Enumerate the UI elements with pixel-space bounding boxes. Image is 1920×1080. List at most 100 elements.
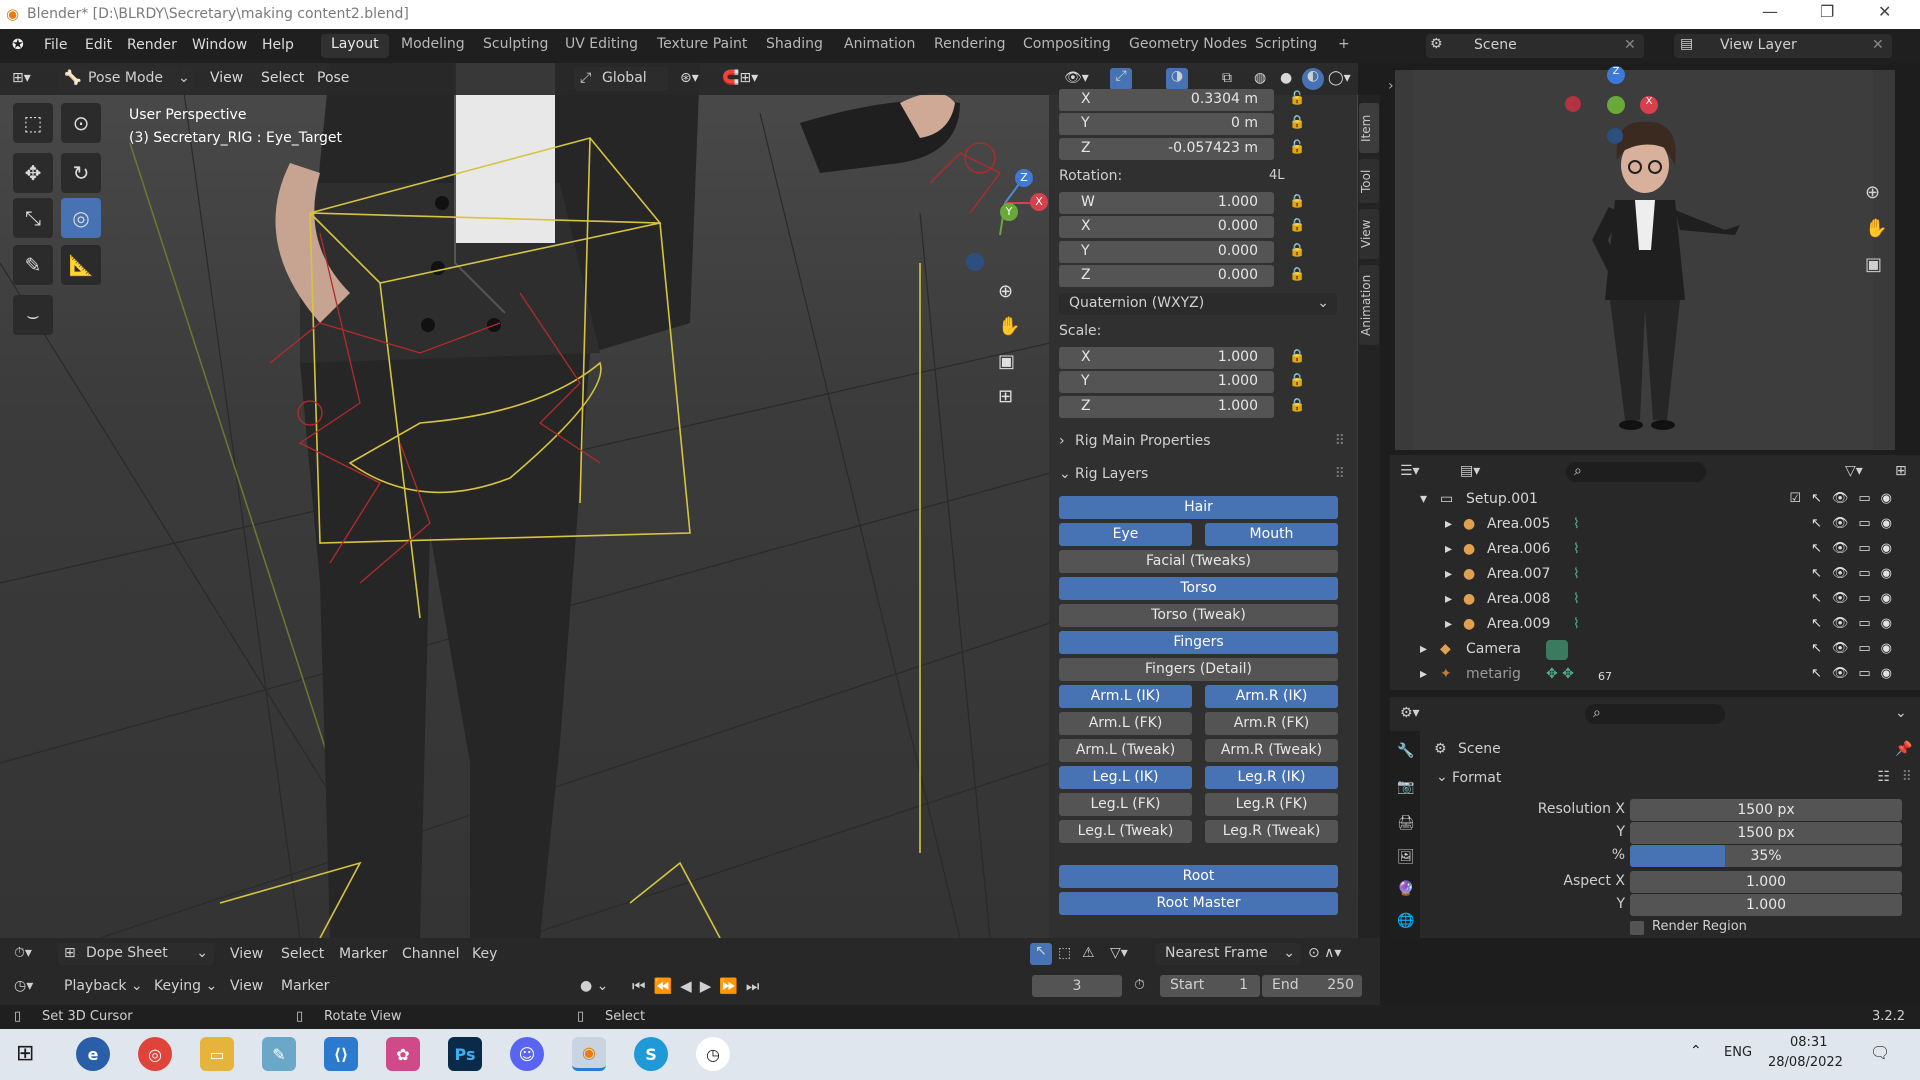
- start-frame-field[interactable]: Start 1: [1160, 975, 1260, 997]
- scale-y-field[interactable]: Y 1.000: [1059, 371, 1274, 393]
- app-icon[interactable]: ✿: [386, 1037, 420, 1071]
- layer-torso-tweak-button[interactable]: Torso (Tweak): [1059, 604, 1338, 627]
- tab-compositing[interactable]: Compositing: [1013, 34, 1121, 58]
- tab-uv-editing[interactable]: UV Editing: [555, 34, 648, 58]
- rotation-z-field[interactable]: Z 0.000: [1059, 265, 1274, 287]
- outliner-toggles[interactable]: ↖👁▭◉: [1811, 666, 1902, 681]
- timeline-menu-marker[interactable]: Marker: [281, 978, 329, 994]
- menu-edit[interactable]: Edit: [85, 37, 112, 53]
- lock-icon[interactable]: 🔒: [1289, 115, 1305, 130]
- only-errors-icon[interactable]: ⚠: [1082, 945, 1095, 961]
- tab-tool[interactable]: Tool: [1359, 159, 1379, 203]
- location-x-field[interactable]: X 0.3304 m: [1059, 89, 1274, 111]
- measure-tool[interactable]: 📐: [61, 245, 101, 285]
- tab-modeling[interactable]: Modeling: [391, 34, 475, 58]
- outliner-editor-icon[interactable]: ☰▾: [1400, 463, 1420, 479]
- xray-icon[interactable]: ⧉: [1222, 70, 1232, 86]
- rotation-x-field[interactable]: X 0.000: [1059, 216, 1274, 238]
- tab-rendering[interactable]: Rendering: [924, 34, 1016, 58]
- layer-root-button[interactable]: Root: [1059, 865, 1338, 888]
- overlay-toggle-icon[interactable]: ◑: [1166, 68, 1188, 90]
- annotate-tool[interactable]: ✎: [13, 245, 53, 285]
- gizmo-z-axis[interactable]: Z: [1607, 66, 1625, 84]
- zoom-icon[interactable]: ⊕: [998, 281, 1013, 302]
- properties-search-input[interactable]: ⌕: [1585, 704, 1725, 724]
- dopesheet-menu-view[interactable]: View: [230, 946, 263, 962]
- lock-icon[interactable]: 🔒: [1289, 349, 1305, 364]
- chevron-right-icon[interactable]: ›: [1388, 78, 1394, 94]
- expand-arrow-icon[interactable]: ▸: [1445, 516, 1452, 532]
- discord-icon[interactable]: ☺: [510, 1037, 544, 1071]
- lock-icon[interactable]: 🔓: [1289, 140, 1305, 155]
- lock-icon[interactable]: 🔒: [1289, 243, 1305, 258]
- end-frame-field[interactable]: End 250: [1262, 975, 1362, 997]
- tab-sculpting[interactable]: Sculpting: [473, 34, 558, 58]
- tab-animation[interactable]: Animation: [834, 34, 925, 58]
- outliner-item-area-006[interactable]: ▸ ● Area.006 ⌇ ↖👁▭◉: [1445, 541, 1910, 563]
- viewport-menu-view[interactable]: View: [210, 70, 243, 86]
- relax-pose-tool[interactable]: ⌣: [13, 295, 53, 335]
- output-tab-icon[interactable]: 🖨: [1397, 815, 1415, 831]
- editor-type-icon[interactable]: ⊞▾: [12, 70, 31, 86]
- outliner-item-metarig[interactable]: ▸ ✦ metarig ✥ ✥ 67 ↖👁▭◉: [1420, 666, 1910, 688]
- tab-layout[interactable]: Layout: [321, 34, 389, 58]
- layer-torso-button[interactable]: Torso: [1059, 577, 1338, 600]
- lock-icon[interactable]: 🔒: [1289, 194, 1305, 209]
- pan-hand-icon[interactable]: ✋: [1865, 218, 1887, 239]
- viewport-menu-pose[interactable]: Pose: [317, 70, 349, 86]
- outliner-search-input[interactable]: ⌕: [1566, 462, 1706, 482]
- layer-mouth-button[interactable]: Mouth: [1205, 523, 1338, 546]
- transform-tool[interactable]: ◎: [61, 198, 101, 238]
- presets-icon[interactable]: ☷: [1877, 769, 1890, 785]
- tab-geometry-nodes[interactable]: Geometry Nodes: [1119, 34, 1257, 58]
- gizmo-neg-z[interactable]: [1607, 128, 1623, 144]
- view-layer-selector[interactable]: ▤ View Layer ✕: [1674, 34, 1892, 58]
- menu-help[interactable]: Help: [262, 37, 294, 53]
- tab-shading[interactable]: Shading: [756, 34, 833, 58]
- gizmo-neg-x[interactable]: [1565, 96, 1581, 112]
- dopesheet-menu-select[interactable]: Select: [281, 946, 324, 962]
- world-tab-icon[interactable]: 🌐: [1397, 913, 1414, 929]
- ortho-grid-icon[interactable]: ⊞: [998, 386, 1013, 407]
- layer-leg-l-tweak-button[interactable]: Leg.L (Tweak): [1059, 820, 1192, 843]
- layer-fingers-detail-button[interactable]: Fingers (Detail): [1059, 658, 1338, 681]
- snap-mode-dropdown[interactable]: Nearest Frame ⌄: [1155, 943, 1301, 965]
- layer-eye-button[interactable]: Eye: [1059, 523, 1192, 546]
- layer-fingers-button[interactable]: Fingers: [1059, 631, 1338, 654]
- display-mode-icon[interactable]: ▤▾: [1460, 463, 1480, 479]
- dopesheet-menu-channel[interactable]: Channel: [402, 946, 459, 962]
- drag-handle-icon[interactable]: ⠿: [1902, 769, 1912, 785]
- dopesheet-menu-marker[interactable]: Marker: [339, 946, 387, 962]
- location-z-field[interactable]: Z -0.057423 m: [1059, 138, 1274, 160]
- lock-icon[interactable]: 🔒: [1289, 267, 1305, 282]
- filter-icon[interactable]: ▽▾: [1845, 463, 1863, 479]
- proportional-edit-icon[interactable]: ⊙ ∧▾: [1308, 945, 1341, 961]
- outliner-item-area-007[interactable]: ▸ ● Area.007 ⌇ ↖👁▭◉: [1445, 566, 1910, 588]
- blender-taskbar-icon[interactable]: ◉: [572, 1037, 606, 1071]
- layer-leg-l-ik-button[interactable]: Leg.L (IK): [1059, 766, 1192, 789]
- scale-z-field[interactable]: Z 1.000: [1059, 396, 1274, 418]
- photoshop-icon[interactable]: Ps: [448, 1037, 482, 1071]
- maximize-button[interactable]: ❐: [1820, 2, 1834, 21]
- timeline-editor-icon[interactable]: ◷▾: [14, 978, 33, 994]
- view-layer-close-icon[interactable]: ✕: [1872, 37, 1884, 53]
- rotation-4l-toggle[interactable]: 4L: [1269, 168, 1285, 183]
- language-indicator[interactable]: ENG: [1724, 1045, 1752, 1060]
- expand-arrow-icon[interactable]: ▸: [1445, 541, 1452, 557]
- pivot-icon[interactable]: ⊛▾: [680, 70, 699, 86]
- vscode-icon[interactable]: ⟨⟩: [324, 1037, 358, 1071]
- lock-icon[interactable]: 🔓: [1289, 91, 1305, 106]
- camera-view-icon[interactable]: ▣: [1865, 254, 1882, 275]
- menu-render[interactable]: Render: [127, 37, 177, 53]
- layer-arm-r-tweak-button[interactable]: Arm.R (Tweak): [1205, 739, 1338, 762]
- chrome-icon[interactable]: ◎: [138, 1037, 172, 1071]
- solid-shading-icon[interactable]: ●: [1280, 70, 1292, 86]
- layer-arm-l-fk-button[interactable]: Arm.L (FK): [1059, 712, 1192, 735]
- layer-arm-l-ik-button[interactable]: Arm.L (IK): [1059, 685, 1192, 708]
- mode-selector[interactable]: 🦴 Pose Mode ⌄: [58, 67, 194, 91]
- dope-sheet-editor-icon[interactable]: ⏱▾: [14, 945, 32, 961]
- timeline-menu-playback[interactable]: Playback ⌄: [64, 978, 143, 994]
- rotation-mode-dropdown[interactable]: Quaternion (WXYZ) ⌄: [1059, 293, 1337, 315]
- viewport-menu-select[interactable]: Select: [261, 70, 304, 86]
- minimize-button[interactable]: —: [1762, 2, 1778, 21]
